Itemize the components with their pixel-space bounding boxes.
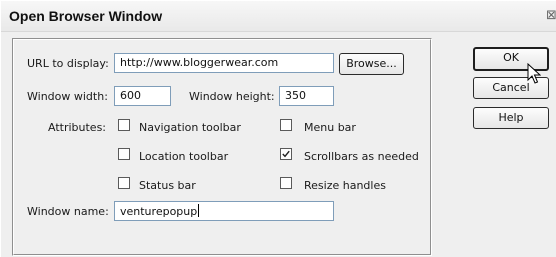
window-height-input[interactable]: 350 — [279, 86, 334, 106]
window-name-value: venturepopup — [120, 205, 198, 218]
browse-button[interactable]: Browse... — [339, 53, 404, 75]
resize-handles-label: Resize handles — [304, 179, 386, 192]
dialog-title: Open Browser Window — [9, 8, 163, 24]
mouse-pointer-icon — [527, 63, 541, 84]
title-bar: Open Browser Window ⊠ — [1, 1, 556, 32]
location-toolbar-checkbox[interactable] — [118, 148, 130, 160]
navigation-toolbar-label: Navigation toolbar — [139, 121, 241, 134]
attributes-label: Attributes: — [48, 121, 107, 134]
window-height-label: Window height: — [189, 90, 275, 103]
window-width-label: Window width: — [27, 90, 108, 103]
navigation-toolbar-checkbox[interactable] — [118, 119, 130, 131]
text-caret — [198, 204, 200, 217]
window-name-label: Window name: — [27, 205, 109, 218]
status-bar-checkbox[interactable] — [118, 177, 130, 189]
help-button[interactable]: Help — [473, 107, 549, 129]
resize-handles-checkbox[interactable] — [280, 177, 292, 189]
window-name-input[interactable]: venturepopup — [114, 201, 334, 221]
window-width-input[interactable]: 600 — [114, 86, 171, 106]
menu-bar-checkbox[interactable] — [280, 119, 292, 131]
location-toolbar-label: Location toolbar — [139, 150, 229, 163]
scrollbars-as-needed-checkbox[interactable] — [280, 148, 292, 160]
status-bar-label: Status bar — [139, 179, 196, 192]
url-input[interactable]: http://www.bloggerwear.com — [114, 53, 334, 73]
url-label: URL to display: — [27, 57, 109, 70]
scrollbars-as-needed-label: Scrollbars as needed — [304, 150, 419, 163]
menu-bar-label: Menu bar — [304, 121, 356, 134]
checkmark-icon — [282, 150, 290, 158]
open-browser-window-dialog: Open Browser Window ⊠ URL to display: ht… — [0, 0, 556, 257]
close-icon[interactable]: ⊠ — [546, 8, 556, 23]
